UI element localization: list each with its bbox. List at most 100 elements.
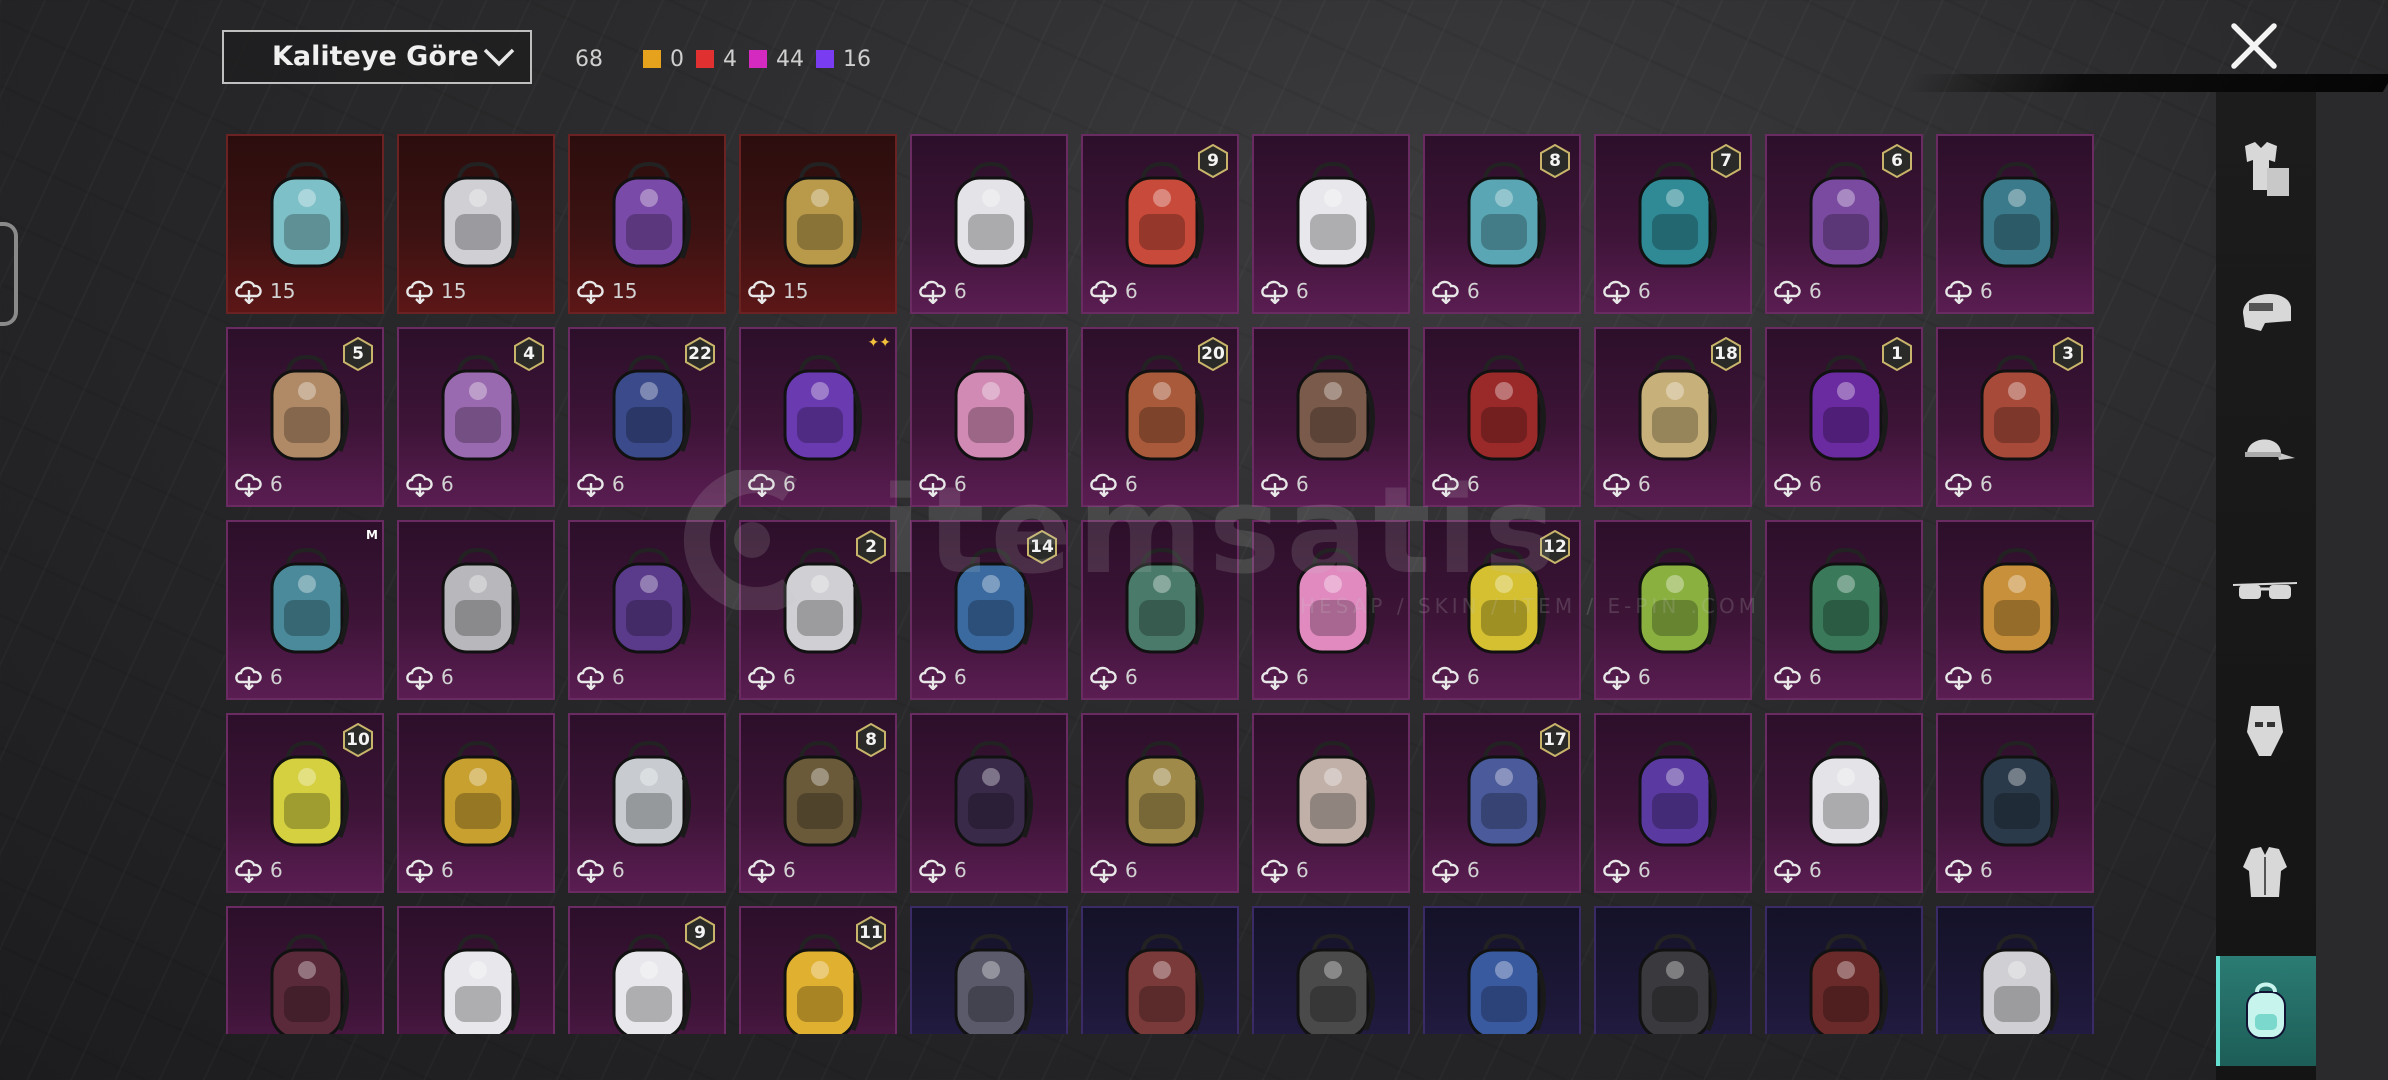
backpack-item-tile[interactable]: 6 22	[568, 327, 726, 507]
level-badge: 17	[1539, 723, 1571, 757]
item-count: 6	[783, 665, 796, 689]
category-tab-backpack[interactable]	[2216, 956, 2316, 1066]
backpack-item-tile[interactable]: 6 ✦✦	[739, 327, 897, 507]
messi-logo-icon: M	[366, 528, 378, 542]
category-tab-jacket[interactable]	[2216, 817, 2316, 927]
backpack-item-tile[interactable]: 67	[1594, 134, 1752, 314]
quality-swatch	[696, 50, 714, 68]
backpack-item-tile[interactable]: 15	[397, 134, 555, 314]
backpack-icon	[1801, 737, 1891, 855]
backpack-item-tile[interactable]: 6	[1936, 520, 2094, 700]
backpack-icon	[775, 737, 865, 855]
backpack-item-tile[interactable]: 6	[910, 134, 1068, 314]
backpack-item-tile[interactable]	[1081, 906, 1239, 1034]
cloud-download-icon	[747, 664, 777, 691]
backpack-item-tile[interactable]: 6	[1936, 134, 2094, 314]
backpack-item-tile[interactable]: 6 14	[910, 520, 1068, 700]
backpack-item-tile[interactable]: 6	[397, 713, 555, 893]
backpack-item-tile[interactable]: 65	[226, 327, 384, 507]
category-tab-mask[interactable]	[2216, 676, 2316, 786]
backpack-item-tile[interactable]: 66	[1765, 134, 1923, 314]
level-badge-value: 8	[865, 730, 877, 750]
item-grid[interactable]: 15 15 15 15 6 6 9 6 6 8 6 7 6 6 6 6 5 6 4 6 22 6 ✦✦ 6 6 20 6 6 6 18 6 1…	[226, 134, 2096, 1034]
backpack-item-tile[interactable]: 6	[1423, 327, 1581, 507]
backpack-item-tile[interactable]: 6	[397, 520, 555, 700]
backpack-item-tile[interactable]: 6 20	[1081, 327, 1239, 507]
category-tab-outfit[interactable]	[2216, 112, 2316, 222]
backpack-item-tile[interactable]: 11	[739, 906, 897, 1034]
backpack-item-tile[interactable]: 15	[739, 134, 897, 314]
backpack-item-tile[interactable]	[910, 906, 1068, 1034]
backpack-item-tile[interactable]: 61	[1765, 327, 1923, 507]
backpack-item-tile[interactable]: 6	[1765, 713, 1923, 893]
sort-dropdown[interactable]: Kaliteye Göre	[222, 30, 532, 84]
backpack-item-tile[interactable]: 6	[568, 713, 726, 893]
item-count: 6	[270, 472, 283, 496]
backpack-icon	[946, 737, 1036, 855]
backpack-item-tile[interactable]: 62	[739, 520, 897, 700]
item-count: 6	[1467, 279, 1480, 303]
backpack-item-tile[interactable]: 6	[1594, 713, 1752, 893]
cloud-download-icon	[1431, 857, 1461, 884]
backpack-item-tile[interactable]: 6 10	[226, 713, 384, 893]
backpack-item-tile[interactable]: 15	[226, 134, 384, 314]
backpack-item-tile[interactable]: 6M	[226, 520, 384, 700]
backpack-icon	[1117, 158, 1207, 276]
level-badge-value: 10	[346, 730, 370, 750]
backpack-item-tile[interactable]	[1594, 906, 1752, 1034]
backpack-item-tile[interactable]: 9	[568, 906, 726, 1034]
backpack-icon	[1630, 158, 1720, 276]
backpack-item-tile[interactable]: 6	[1252, 713, 1410, 893]
backpack-icon	[1117, 351, 1207, 469]
category-tab-glasses[interactable]	[2216, 535, 2316, 645]
level-badge-value: 9	[1207, 151, 1219, 171]
level-badge-value: 1	[1891, 344, 1903, 364]
backpack-item-tile[interactable]: 6	[1252, 327, 1410, 507]
left-edge-handle[interactable]	[0, 222, 18, 326]
backpack-icon	[946, 930, 1036, 1034]
close-icon[interactable]	[2228, 20, 2280, 72]
backpack-item-tile[interactable]: 6	[1252, 134, 1410, 314]
backpack-item-tile[interactable]: 6	[910, 327, 1068, 507]
backpack-item-tile[interactable]	[1765, 906, 1923, 1034]
backpack-item-tile[interactable]	[1936, 906, 2094, 1034]
backpack-item-tile[interactable]: 68	[1423, 134, 1581, 314]
backpack-item-tile[interactable]: 68	[739, 713, 897, 893]
backpack-item-tile[interactable]: 6	[1081, 713, 1239, 893]
level-badge-value: 17	[1543, 730, 1567, 750]
backpack-item-tile[interactable]	[226, 906, 384, 1034]
item-count: 6	[1809, 858, 1822, 882]
level-badge: 10	[342, 723, 374, 757]
backpack-item-tile[interactable]: 6	[910, 713, 1068, 893]
quality-count-value: 4	[723, 46, 737, 72]
item-count: 6	[1638, 472, 1651, 496]
cloud-download-icon	[1773, 857, 1803, 884]
cap-icon	[2245, 439, 2295, 460]
backpack-item-tile[interactable]	[397, 906, 555, 1034]
backpack-item-tile[interactable]: 6	[568, 520, 726, 700]
category-tab-cap[interactable]	[2216, 394, 2316, 504]
chevron-down-icon	[483, 48, 515, 67]
backpack-item-tile[interactable]	[1423, 906, 1581, 1034]
item-count: 6	[1467, 472, 1480, 496]
backpack-item-tile[interactable]: 15	[568, 134, 726, 314]
backpack-item-tile[interactable]: 6 17	[1423, 713, 1581, 893]
backpack-item-tile[interactable]: 6 18	[1594, 327, 1752, 507]
backpack-item-tile[interactable]: 6	[1252, 520, 1410, 700]
cloud-download-icon	[1260, 857, 1290, 884]
item-count: 6	[954, 472, 967, 496]
backpack-item-tile[interactable]: 6	[1936, 713, 2094, 893]
backpack-item-tile[interactable]: 6 12	[1423, 520, 1581, 700]
item-count: 6	[1125, 279, 1138, 303]
backpack-item-tile[interactable]: 69	[1081, 134, 1239, 314]
backpack-item-tile[interactable]: 64	[397, 327, 555, 507]
backpack-item-tile[interactable]: 6	[1765, 520, 1923, 700]
backpack-item-tile[interactable]: 63	[1936, 327, 2094, 507]
backpack-item-tile[interactable]: 6	[1594, 520, 1752, 700]
backpack-item-tile[interactable]	[1252, 906, 1410, 1034]
cloud-download-icon	[1773, 664, 1803, 691]
cloud-download-icon	[1431, 471, 1461, 498]
cloud-download-icon	[1602, 278, 1632, 305]
category-tab-helmet[interactable]	[2216, 253, 2316, 363]
backpack-item-tile[interactable]: 6	[1081, 520, 1239, 700]
